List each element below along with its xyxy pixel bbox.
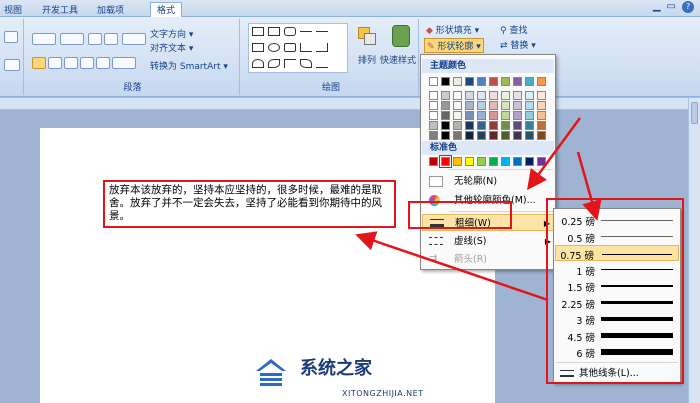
arrow-to-textbox xyxy=(355,231,549,302)
watermark-logo-icon xyxy=(254,357,288,387)
annotation-arrows xyxy=(355,117,602,302)
arrow-to-weight xyxy=(527,117,582,191)
arrow-to-submenu xyxy=(576,151,602,221)
watermark-url: XITONGZHIJIA.NET xyxy=(342,389,424,398)
watermark-title: 系统之家 xyxy=(300,358,372,379)
